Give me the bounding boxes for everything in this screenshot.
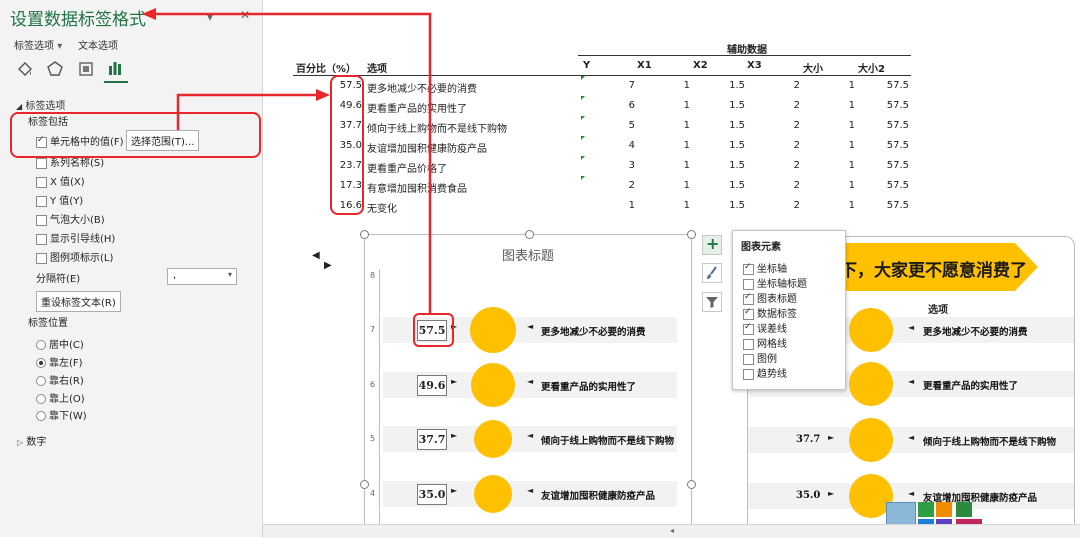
arrow-line-to-percent	[176, 93, 320, 130]
annotation-arrows	[142, 8, 432, 315]
arrow-line-to-title	[152, 12, 432, 315]
arrow-head-right	[316, 89, 330, 101]
arrow-head-left	[142, 8, 156, 20]
